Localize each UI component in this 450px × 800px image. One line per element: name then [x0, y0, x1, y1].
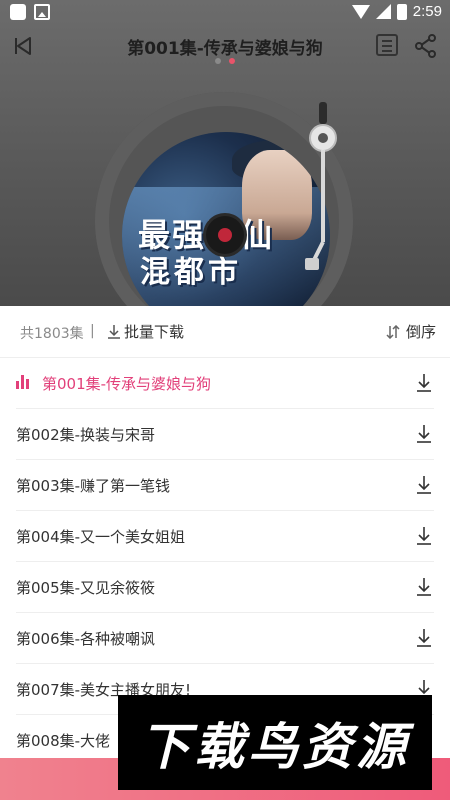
image-notification-icon	[34, 4, 50, 20]
download-icon	[108, 324, 120, 339]
batch-download-button[interactable]: 批量下载	[108, 321, 184, 342]
episode-title: 第005集-又见余筱筱	[16, 579, 156, 597]
status-time: 2:59	[412, 3, 442, 20]
share-icon[interactable]	[414, 34, 438, 58]
wifi-icon	[351, 4, 370, 19]
episode-item[interactable]: 第003集-赚了第一笔钱	[16, 460, 434, 511]
download-icon[interactable]	[416, 527, 432, 545]
download-icon[interactable]	[416, 476, 432, 494]
disc-spindle	[206, 216, 244, 254]
download-icon[interactable]	[416, 629, 432, 647]
list-header: 共1803集 | 批量下载 倒序	[0, 306, 450, 358]
sort-button[interactable]: 倒序	[386, 321, 436, 342]
episode-title: 第002集-换装与宋哥	[16, 426, 156, 444]
pager-dot-active[interactable]	[229, 58, 235, 64]
pager-dots	[215, 58, 235, 64]
episode-title: 第003集-赚了第一笔钱	[16, 477, 171, 495]
signal-icon	[375, 4, 391, 19]
player-header: 第001集-传承与婆娘与狗 最强医仙 混都市	[0, 0, 450, 310]
tonearm-icon	[305, 102, 337, 270]
status-bar: 2:59	[0, 0, 450, 24]
episode-item[interactable]: 第005集-又见余筱筱	[16, 562, 434, 613]
sort-label: 倒序	[405, 323, 436, 341]
episode-count: 共1803集	[20, 326, 84, 342]
download-icon[interactable]	[416, 578, 432, 596]
watermark-logo: 下载鸟资源	[118, 695, 432, 790]
batch-download-label: 批量下载	[124, 323, 185, 341]
back-icon[interactable]	[14, 36, 34, 56]
page-title: 第001集-传承与婆娘与狗	[127, 39, 323, 59]
equalizer-icon	[16, 375, 30, 389]
episode-title: 第006集-各种被嘲讽	[16, 630, 156, 648]
episode-title: 第004集-又一个美女姐姐	[16, 528, 186, 546]
download-icon[interactable]	[416, 425, 432, 443]
playlist-icon[interactable]	[376, 34, 398, 56]
episode-title: 第008集-大佬	[16, 732, 111, 750]
header-separator: |	[90, 323, 95, 339]
notification-icon	[10, 4, 26, 20]
pager-dot[interactable]	[215, 58, 221, 64]
download-icon[interactable]	[416, 374, 432, 392]
sort-icon	[386, 324, 400, 339]
watermark-text: 下载鸟资源	[140, 717, 410, 776]
episode-item[interactable]: 第004集-又一个美女姐姐	[16, 511, 434, 562]
episode-title: 第001集-传承与婆娘与狗	[42, 375, 212, 393]
episode-item-playing[interactable]: 第001集-传承与婆娘与狗	[16, 358, 434, 409]
battery-icon	[396, 3, 407, 20]
episode-item[interactable]: 第002集-换装与宋哥	[16, 409, 434, 460]
episode-item[interactable]: 第006集-各种被嘲讽	[16, 613, 434, 664]
